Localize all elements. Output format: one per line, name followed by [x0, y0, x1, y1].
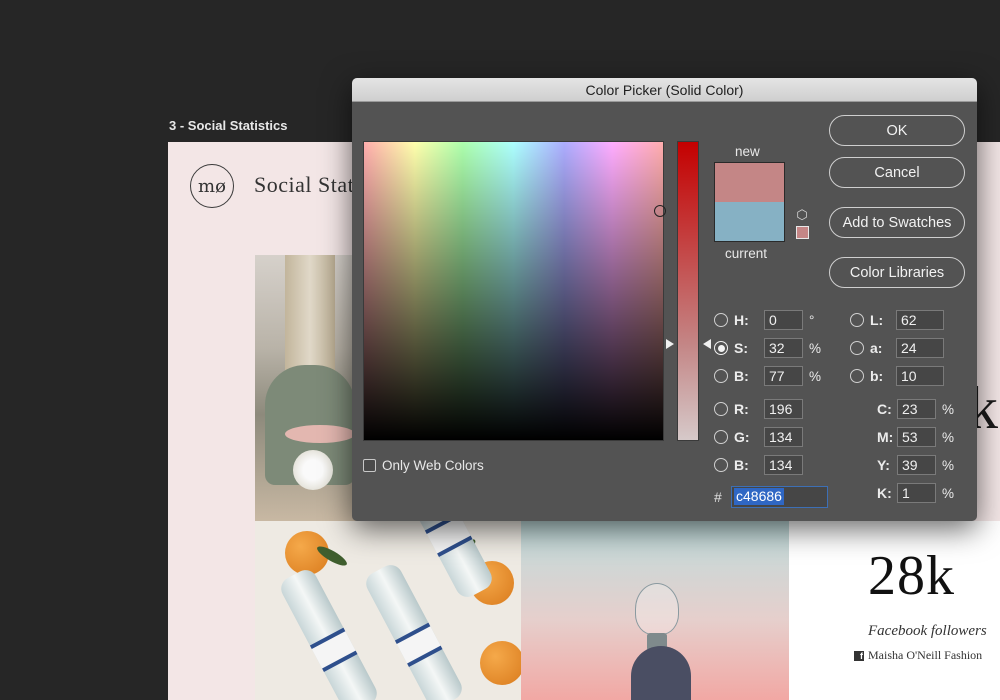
green-radio[interactable]	[714, 430, 728, 444]
bottles-photo	[255, 521, 521, 700]
saturation-input[interactable]: 32	[764, 338, 803, 358]
color-picker-dialog: Color Picker (Solid Color) Only Web Colo…	[352, 78, 977, 521]
lab-a-label: a:	[870, 340, 883, 356]
hue-row: H: 0 °	[714, 310, 814, 330]
saturation-radio[interactable]	[714, 341, 728, 355]
facebook-icon: f	[854, 650, 864, 661]
hue-input[interactable]: 0	[764, 310, 803, 330]
out-of-gamut-cube-icon[interactable]: ⬡	[795, 208, 809, 222]
hex-hash-label: #	[714, 489, 722, 505]
magenta-row: M: 53 %	[877, 427, 954, 447]
photo-flowers-shape	[293, 450, 333, 490]
blue-row: B: 134	[714, 455, 803, 475]
dialog-title[interactable]: Color Picker (Solid Color)	[352, 78, 977, 102]
cyan-input[interactable]: 23	[897, 399, 936, 419]
lab-l-radio[interactable]	[850, 313, 864, 327]
color-field-cursor[interactable]	[654, 205, 666, 217]
lab-l-row: L: 62	[850, 310, 944, 330]
hex-value[interactable]: c48686	[734, 488, 784, 505]
only-web-colors-label: Only Web Colors	[382, 458, 484, 473]
current-color-swatch[interactable]	[714, 202, 785, 242]
new-color-swatch	[714, 162, 785, 202]
stat-label: Facebook followers	[868, 623, 987, 639]
lab-l-label: L:	[870, 312, 884, 328]
green-label: G:	[734, 429, 750, 445]
hue-unit: °	[809, 312, 815, 328]
black-unit: %	[942, 485, 955, 501]
stat-source: f Maisha O'Neill Fashion	[854, 648, 982, 663]
brightness-row: B: 77 %	[714, 366, 821, 386]
lab-a-radio[interactable]	[850, 341, 864, 355]
cyan-row: C: 23 %	[877, 399, 954, 419]
only-web-colors-option[interactable]: Only Web Colors	[363, 458, 484, 473]
red-row: R: 196	[714, 399, 803, 419]
black-row: K: 1 %	[877, 483, 954, 503]
brightness-input[interactable]: 77	[764, 366, 803, 386]
yellow-unit: %	[942, 457, 955, 473]
stat-number: 28k	[868, 545, 955, 607]
green-input[interactable]: 134	[764, 427, 803, 447]
only-web-colors-checkbox[interactable]	[363, 459, 376, 472]
artboard-label[interactable]: 3 - Social Statistics	[169, 118, 288, 133]
saturation-label: S:	[734, 340, 748, 356]
brightness-radio[interactable]	[714, 369, 728, 383]
add-to-swatches-button[interactable]: Add to Swatches	[829, 207, 965, 238]
cyan-label: C:	[877, 401, 892, 417]
current-color-label: current	[725, 246, 768, 261]
saturation-row: S: 32 %	[714, 338, 821, 358]
orange-shape	[480, 641, 521, 685]
magenta-unit: %	[942, 429, 955, 445]
hue-radio[interactable]	[714, 313, 728, 327]
cyan-unit: %	[942, 401, 955, 417]
yellow-label: Y:	[877, 457, 890, 473]
bottle-shape	[362, 560, 466, 700]
lab-b-row: b: 10	[850, 366, 944, 386]
slider-left-arrow-icon[interactable]	[666, 339, 674, 349]
new-color-label: new	[735, 144, 760, 159]
photo-frame-shape	[285, 255, 335, 375]
black-input[interactable]: 1	[897, 483, 936, 503]
blue-label: B:	[734, 457, 749, 473]
brand-logo: mø	[190, 164, 234, 208]
slider-right-arrow-icon[interactable]	[703, 339, 711, 349]
brightness-unit: %	[809, 368, 822, 384]
brightness-label: B:	[734, 368, 749, 384]
red-radio[interactable]	[714, 402, 728, 416]
lab-a-input[interactable]: 24	[896, 338, 944, 358]
red-input[interactable]: 196	[764, 399, 803, 419]
stat-source-text: Maisha O'Neill Fashion	[868, 648, 983, 662]
lightbulb-photo	[521, 521, 789, 700]
photo-table-shape	[285, 425, 355, 443]
lightbulb-shape	[635, 583, 679, 635]
ok-button[interactable]: OK	[829, 115, 965, 146]
red-label: R:	[734, 401, 749, 417]
lab-b-label: b:	[870, 368, 884, 384]
magenta-label: M:	[877, 429, 894, 445]
hand-shape	[631, 646, 691, 700]
hue-label: H:	[734, 312, 749, 328]
lab-b-radio[interactable]	[850, 369, 864, 383]
hex-input[interactable]: c48686	[731, 486, 828, 508]
hue-slider[interactable]	[677, 141, 699, 441]
saturation-unit: %	[809, 340, 822, 356]
yellow-row: Y: 39 %	[877, 455, 954, 475]
blue-input[interactable]: 134	[764, 455, 803, 475]
black-label: K:	[877, 485, 892, 501]
magenta-input[interactable]: 53	[897, 427, 936, 447]
lab-a-row: a: 24	[850, 338, 944, 358]
yellow-input[interactable]: 39	[897, 455, 936, 475]
cancel-button[interactable]: Cancel	[829, 157, 965, 188]
color-field[interactable]	[363, 141, 664, 441]
logo-text: mø	[198, 175, 226, 197]
web-safe-swatch[interactable]	[796, 226, 809, 239]
blue-radio[interactable]	[714, 458, 728, 472]
lab-l-input[interactable]: 62	[896, 310, 944, 330]
lab-b-input[interactable]: 10	[896, 366, 944, 386]
green-row: G: 134	[714, 427, 803, 447]
color-libraries-button[interactable]: Color Libraries	[829, 257, 965, 288]
